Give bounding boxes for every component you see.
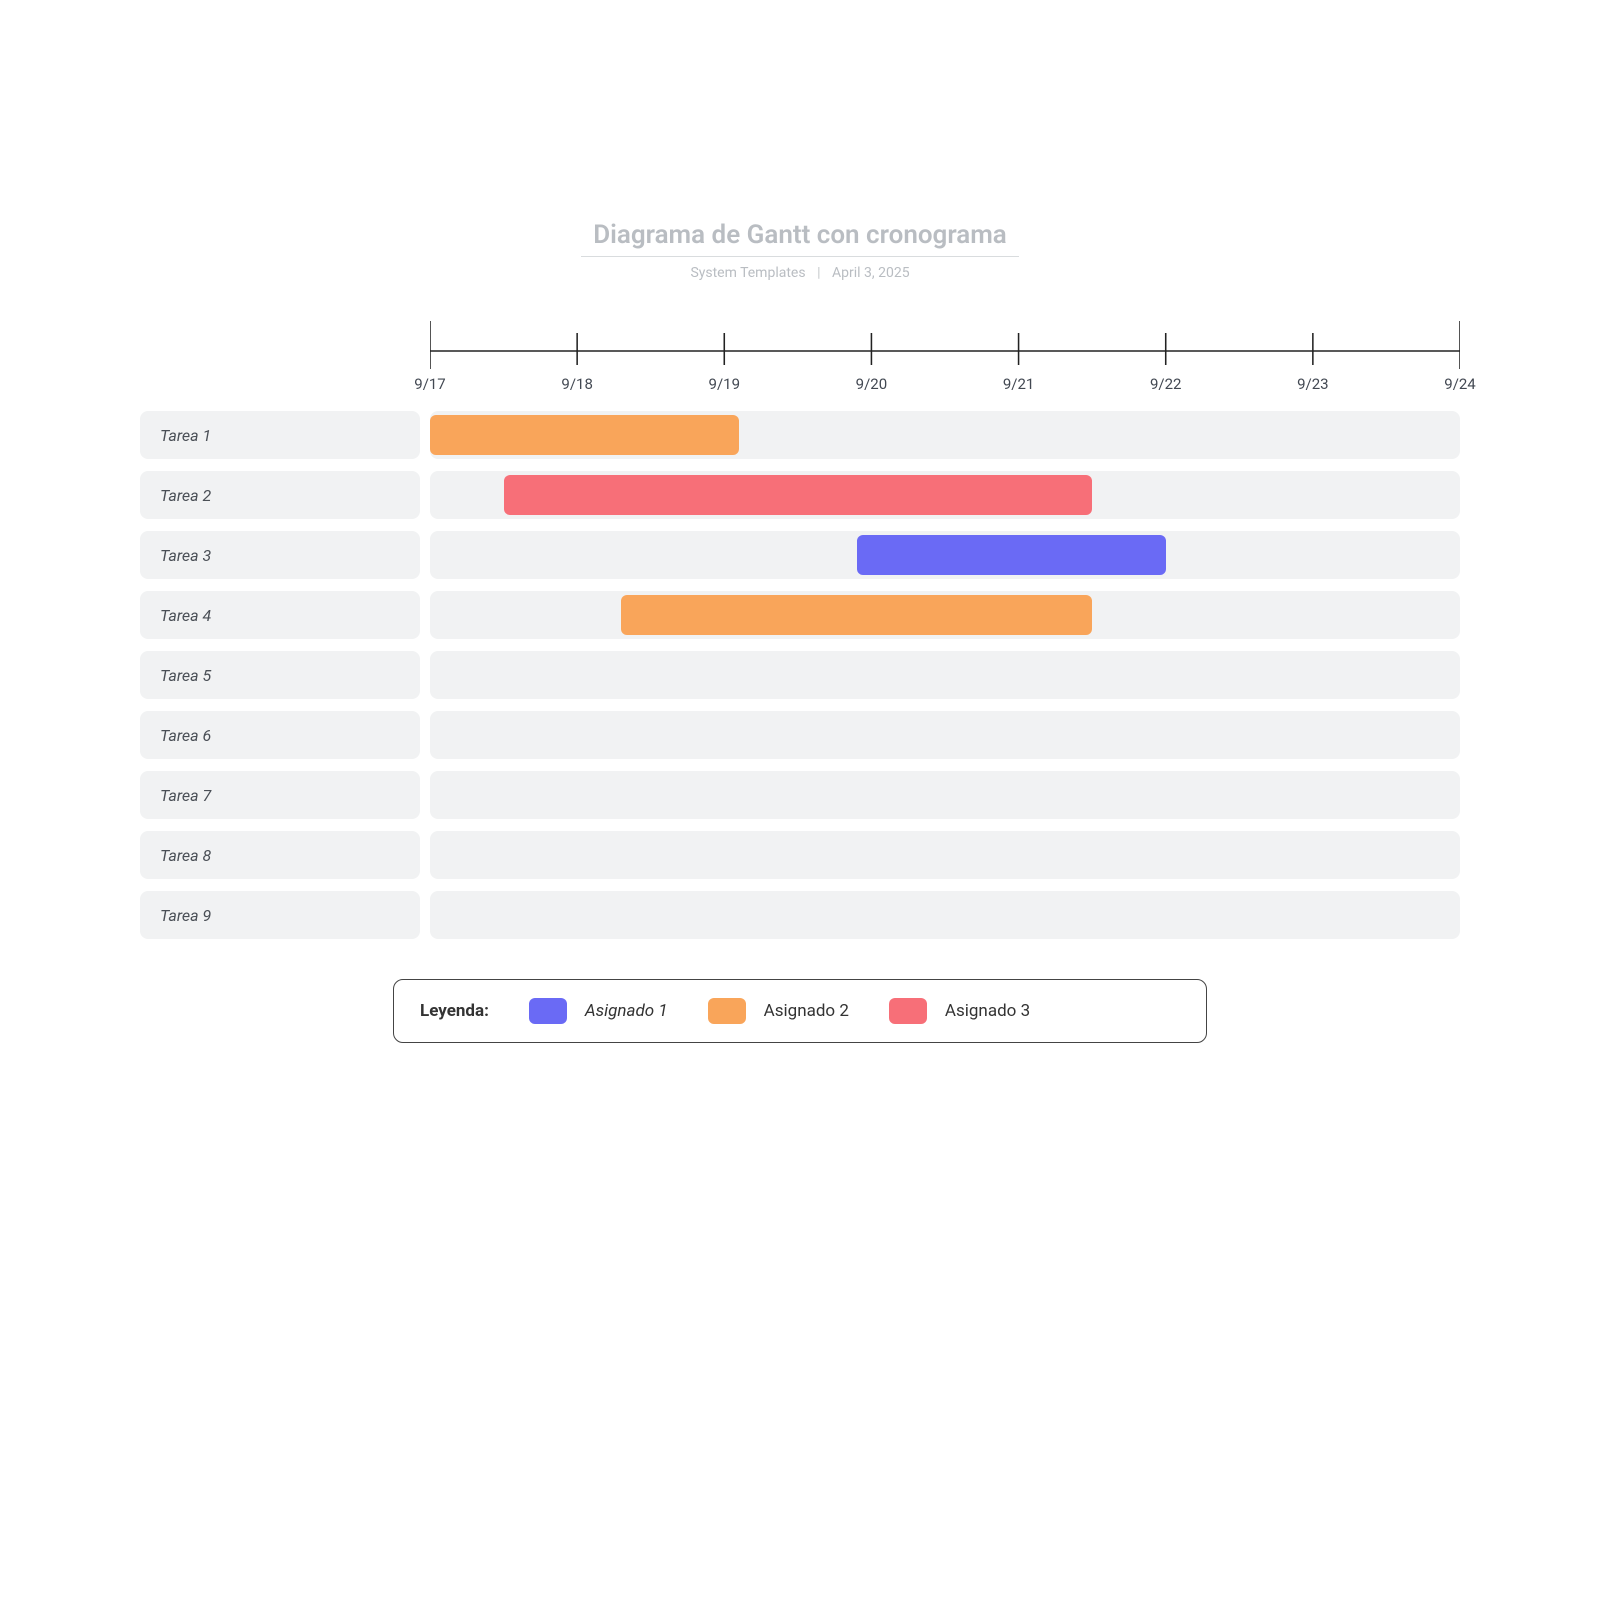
task-label: Tarea 8 [140,831,420,879]
source-label: System Templates [690,265,805,281]
timeline-tick-label: 9/17 [414,375,445,393]
task-label: Tarea 4 [140,591,420,639]
timeline-tick-label: 9/24 [1444,375,1475,393]
table-row: Tarea 2 [140,471,1460,519]
legend-label: Asignado 1 [585,1001,668,1021]
page-title: Diagrama de Gantt con cronograma [581,220,1019,257]
gantt-bar[interactable] [430,415,739,455]
task-track [430,711,1460,759]
gantt-bar[interactable] [621,595,1092,635]
task-label: Tarea 9 [140,891,420,939]
task-label: Tarea 6 [140,711,420,759]
date-label: April 3, 2025 [832,265,910,281]
timeline-tick-labels: 9/179/189/199/209/219/229/239/24 [430,375,1460,401]
page-header: Diagrama de Gantt con cronograma System … [0,220,1600,281]
gantt-rows: Tarea 1 Tarea 2 Tarea 3 Tarea 4 Tarea 5 Tarea… [140,411,1460,939]
table-row: Tarea 1 [140,411,1460,459]
timeline-tick-label: 9/22 [1150,375,1181,393]
task-label: Tarea 2 [140,471,420,519]
timeline-tick-label: 9/20 [856,375,887,393]
legend-item: Asignado 2 [708,998,849,1024]
legend-label: Asignado 3 [945,1001,1030,1021]
gantt-bar[interactable] [857,535,1166,575]
table-row: Tarea 9 [140,891,1460,939]
task-label: Tarea 5 [140,651,420,699]
table-row: Tarea 6 [140,711,1460,759]
legend-item: Asignado 1 [529,998,668,1024]
task-track [430,531,1460,579]
table-row: Tarea 7 [140,771,1460,819]
timeline-axis-line [430,321,1460,369]
timeline-tick-label: 9/21 [1003,375,1034,393]
task-track [430,471,1460,519]
task-track [430,591,1460,639]
timeline-axis: 9/179/189/199/209/219/229/239/24 [430,321,1460,401]
gantt-chart: 9/179/189/199/209/219/229/239/24 Tarea 1… [140,321,1460,939]
task-label: Tarea 3 [140,531,420,579]
table-row: Tarea 8 [140,831,1460,879]
task-track [430,771,1460,819]
subhead-separator: | [817,265,820,281]
legend: Leyenda: Asignado 1 Asignado 2 Asignado 3 [393,979,1207,1043]
task-track [430,831,1460,879]
page: Diagrama de Gantt con cronograma System … [0,0,1600,1600]
legend-swatch [529,998,567,1024]
timeline-tick-label: 9/19 [709,375,740,393]
table-row: Tarea 5 [140,651,1460,699]
page-subhead: System Templates | April 3, 2025 [0,265,1600,281]
task-label: Tarea 1 [140,411,420,459]
legend-item: Asignado 3 [889,998,1030,1024]
timeline-tick-label: 9/18 [561,375,592,393]
task-track [430,891,1460,939]
legend-swatch [889,998,927,1024]
gantt-bar[interactable] [504,475,1093,515]
task-track [430,651,1460,699]
task-label: Tarea 7 [140,771,420,819]
legend-items: Asignado 1 Asignado 2 Asignado 3 [529,998,1030,1024]
legend-label: Asignado 2 [764,1001,849,1021]
timeline-tick-label: 9/23 [1297,375,1328,393]
table-row: Tarea 4 [140,591,1460,639]
legend-title: Leyenda: [420,1001,489,1021]
table-row: Tarea 3 [140,531,1460,579]
legend-swatch [708,998,746,1024]
task-track [430,411,1460,459]
